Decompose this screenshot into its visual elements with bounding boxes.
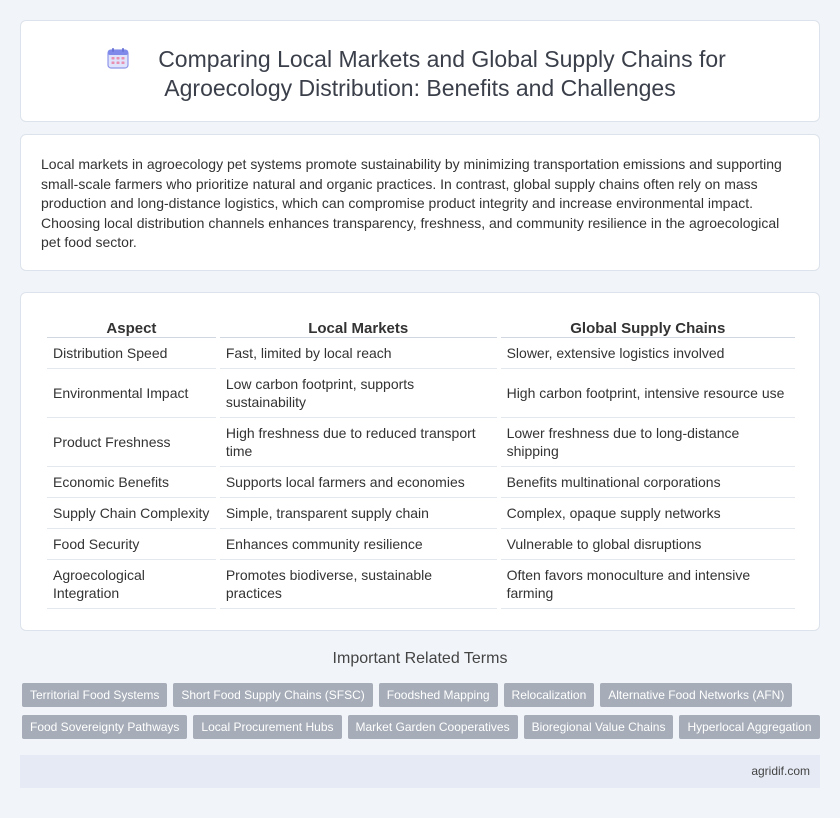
header-local-markets: Local Markets xyxy=(219,315,497,338)
table-cell: Promotes biodiverse, sustainable practic… xyxy=(219,560,497,609)
page-title-line1: Comparing Local Markets and Global Suppl… xyxy=(158,46,726,72)
table-cell: Economic Benefits xyxy=(47,467,216,498)
tag-territorial-food-systems[interactable]: Territorial Food Systems xyxy=(22,683,168,707)
header-card: Comparing Local Markets and Global Suppl… xyxy=(20,20,820,122)
table-cell: Supports local farmers and economies xyxy=(219,467,497,498)
header-global-supply-chains: Global Supply Chains xyxy=(500,315,795,338)
table-cell: Lower freshness due to long-distance shi… xyxy=(500,418,795,467)
table-row: Food Security Enhances community resilie… xyxy=(47,529,795,560)
page-title: Comparing Local Markets and Global Suppl… xyxy=(114,45,726,103)
table-row: Environmental Impact Low carbon footprin… xyxy=(47,369,795,418)
table-cell: Agroecological Integration xyxy=(47,560,216,609)
tag-alternative-food-networks[interactable]: Alternative Food Networks (AFN) xyxy=(600,683,793,707)
tag-row: Territorial Food Systems Short Food Supp… xyxy=(22,683,822,707)
table-header-row: Aspect Local Markets Global Supply Chain… xyxy=(47,315,795,338)
tag-market-garden-cooperatives[interactable]: Market Garden Cooperatives xyxy=(347,715,518,739)
footer-site-link[interactable]: agridif.com xyxy=(751,764,810,778)
table-row: Agroecological Integration Promotes biod… xyxy=(47,560,795,609)
table-cell: Fast, limited by local reach xyxy=(219,338,497,369)
intro-paragraph: Local markets in agroecology pet systems… xyxy=(41,156,782,251)
table-row: Product Freshness High freshness due to … xyxy=(47,418,795,467)
table-cell: Complex, opaque supply networks xyxy=(500,498,795,529)
table-cell: Vulnerable to global disruptions xyxy=(500,529,795,560)
footer: agridif.com xyxy=(20,755,820,788)
table-cell: Food Security xyxy=(47,529,216,560)
table-cell: High freshness due to reduced transport … xyxy=(219,418,497,467)
page-title-line2: Agroecology Distribution: Benefits and C… xyxy=(164,75,676,101)
table-cell: Simple, transparent supply chain xyxy=(219,498,497,529)
tag-local-procurement-hubs[interactable]: Local Procurement Hubs xyxy=(193,715,342,739)
table-cell: High carbon footprint, intensive resourc… xyxy=(500,369,795,418)
table-cell: Product Freshness xyxy=(47,418,216,467)
related-terms-list: Territorial Food Systems Short Food Supp… xyxy=(22,683,822,747)
tag-food-sovereignty-pathways[interactable]: Food Sovereignty Pathways xyxy=(22,715,188,739)
table-row: Distribution Speed Fast, limited by loca… xyxy=(47,338,795,369)
table-cell: Often favors monoculture and intensive f… xyxy=(500,560,795,609)
tag-hyperlocal-aggregation[interactable]: Hyperlocal Aggregation xyxy=(679,715,820,739)
table-row: Supply Chain Complexity Simple, transpar… xyxy=(47,498,795,529)
tag-relocalization[interactable]: Relocalization xyxy=(503,683,595,707)
table-cell: Low carbon footprint, supports sustainab… xyxy=(219,369,497,418)
table-cell: Distribution Speed xyxy=(47,338,216,369)
header-aspect: Aspect xyxy=(47,315,216,338)
tag-bioregional-value-chains[interactable]: Bioregional Value Chains xyxy=(523,715,674,739)
tag-foodshed-mapping[interactable]: Foodshed Mapping xyxy=(378,683,498,707)
table-cell: Slower, extensive logistics involved xyxy=(500,338,795,369)
table-cell: Environmental Impact xyxy=(47,369,216,418)
tag-short-food-supply-chains[interactable]: Short Food Supply Chains (SFSC) xyxy=(173,683,373,707)
table-cell: Supply Chain Complexity xyxy=(47,498,216,529)
comparison-table: Aspect Local Markets Global Supply Chain… xyxy=(43,315,799,609)
intro-card: Local markets in agroecology pet systems… xyxy=(20,134,820,271)
table-cell: Benefits multinational corporations xyxy=(500,467,795,498)
related-terms-title: Important Related Terms xyxy=(332,650,508,667)
tag-row: Food Sovereignty Pathways Local Procurem… xyxy=(22,715,822,739)
table-row: Economic Benefits Supports local farmers… xyxy=(47,467,795,498)
comparison-table-card: Aspect Local Markets Global Supply Chain… xyxy=(20,292,820,631)
table-cell: Enhances community resilience xyxy=(219,529,497,560)
